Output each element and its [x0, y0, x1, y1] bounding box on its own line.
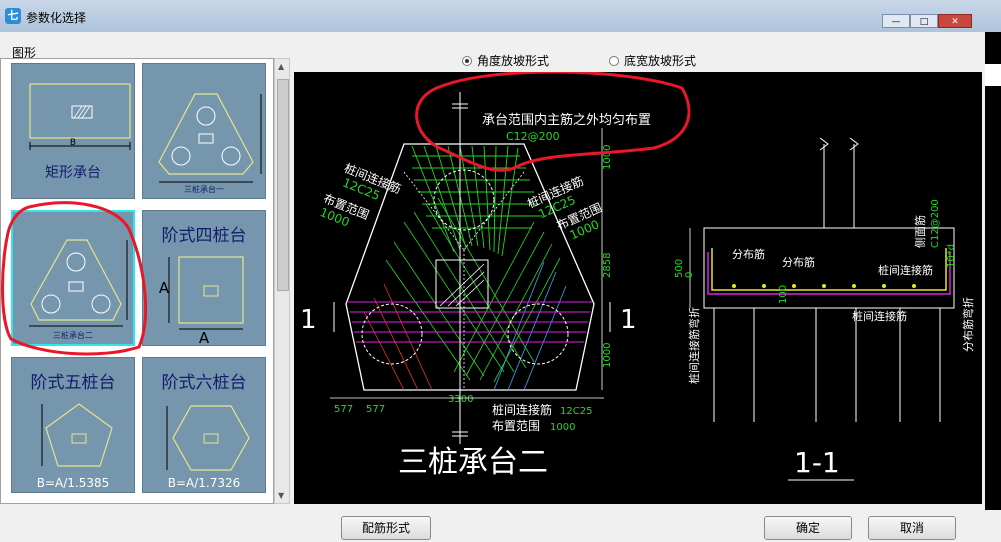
drawing-title: 三桩承台二: [398, 445, 548, 480]
bottom-label-2: 布置范围: [492, 419, 540, 433]
background-strip: [985, 32, 1001, 542]
title-bar: 七 参数化选择 — □ ✕: [0, 0, 1001, 32]
shape-thumbnail-list: B 矩形承台 三桩承台一 三桩承台二 阶式四桩台 A A 阶式五桩台 B=A/1…: [0, 58, 274, 504]
dim-3300: 3300: [448, 394, 473, 405]
close-button[interactable]: ✕: [938, 14, 972, 28]
minimize-button[interactable]: —: [882, 14, 910, 28]
section-mark-left: 1: [300, 305, 317, 335]
ok-button[interactable]: 确定: [764, 516, 852, 540]
sec-zhuangjian-1: 桩间连接筋: [878, 263, 933, 277]
window-title: 参数化选择: [26, 11, 87, 25]
sec-fenbu-1: 分布筋: [732, 247, 765, 261]
sec-zhuangjian-3: 桩间连接筋弯折: [687, 307, 701, 384]
sec-10d: 10*d: [946, 244, 957, 268]
cad-preview-canvas: 1 1 1000 2858 1000 577 577 3300 承台范围内主筋之…: [294, 70, 982, 504]
scrollbar-thumb[interactable]: [277, 79, 289, 291]
thumbnail-step-five-pile[interactable]: 阶式五桩台 B=A/1.5385: [11, 357, 135, 493]
red-annotation-circle: [1, 201, 148, 356]
rebar-top: C12@200: [506, 130, 560, 143]
bottom-label-1: 桩间连接筋: [492, 402, 552, 417]
radio-label: 角度放坡形式: [477, 54, 550, 68]
sec-dim-0: 0: [684, 272, 695, 278]
radio-width-slope[interactable]: 底宽放坡形式: [609, 52, 696, 69]
rebar-form-button[interactable]: 配筋形式: [341, 516, 431, 540]
dim-bot: 1000: [602, 343, 613, 368]
dim-mid: 2858: [602, 253, 613, 278]
thumbnail-rect-cap[interactable]: B 矩形承台: [11, 63, 135, 199]
slope-form-options: 角度放坡形式 底宽放坡形式: [462, 52, 696, 69]
sec-dim-100: 100: [778, 285, 789, 304]
dim-577-b: 577: [366, 404, 385, 415]
thumbnail-three-pile-1[interactable]: 三桩承台一: [142, 63, 266, 199]
annotation-top: 承台范围内主筋之外均匀布置: [482, 112, 651, 128]
thumbnail-dim-b: B: [69, 138, 77, 148]
maximize-button[interactable]: □: [910, 14, 938, 28]
thumbnail-label: 矩形承台: [45, 165, 101, 181]
radio-label: 底宽放坡形式: [624, 54, 697, 68]
thumbnail-dim-a-bottom: A: [198, 329, 210, 347]
sec-fenbu-2: 分布筋: [782, 255, 815, 269]
sec-side-rebar: C12@200: [930, 199, 941, 248]
section-title: 1-1: [794, 446, 840, 479]
thumbnail-dim-formula: B=A/1.7326: [167, 476, 241, 490]
dim-top: 1000: [602, 145, 613, 170]
app-icon: 七: [5, 8, 21, 24]
thumbnail-step-four-pile[interactable]: 阶式四桩台 A A: [142, 210, 266, 347]
section-view: [703, 137, 955, 422]
sec-side: 侧面筋: [913, 215, 927, 248]
radio-angle-slope[interactable]: 角度放坡形式: [462, 52, 549, 69]
bottom-range: 1000: [550, 422, 575, 433]
bottom-rebar: 12C25: [560, 406, 592, 417]
section-mark-right: 1: [620, 305, 637, 335]
sec-zhuangjian-2: 桩间连接筋: [852, 309, 907, 323]
dim-577-a: 577: [334, 404, 353, 415]
sec-fenbu-bend: 分布筋弯折: [961, 297, 975, 352]
thumbnail-step-six-pile[interactable]: 阶式六桩台 B=A/1.7326: [142, 357, 266, 493]
radio-dot[interactable]: [609, 55, 620, 66]
thumbnail-scrollbar[interactable]: ▲ ▼: [274, 58, 290, 504]
thumbnail-label: 三桩承台一: [184, 185, 224, 194]
radio-dot[interactable]: [462, 55, 472, 66]
cancel-button[interactable]: 取消: [868, 516, 956, 540]
thumbnail-dim-formula: B=A/1.5385: [36, 476, 110, 490]
